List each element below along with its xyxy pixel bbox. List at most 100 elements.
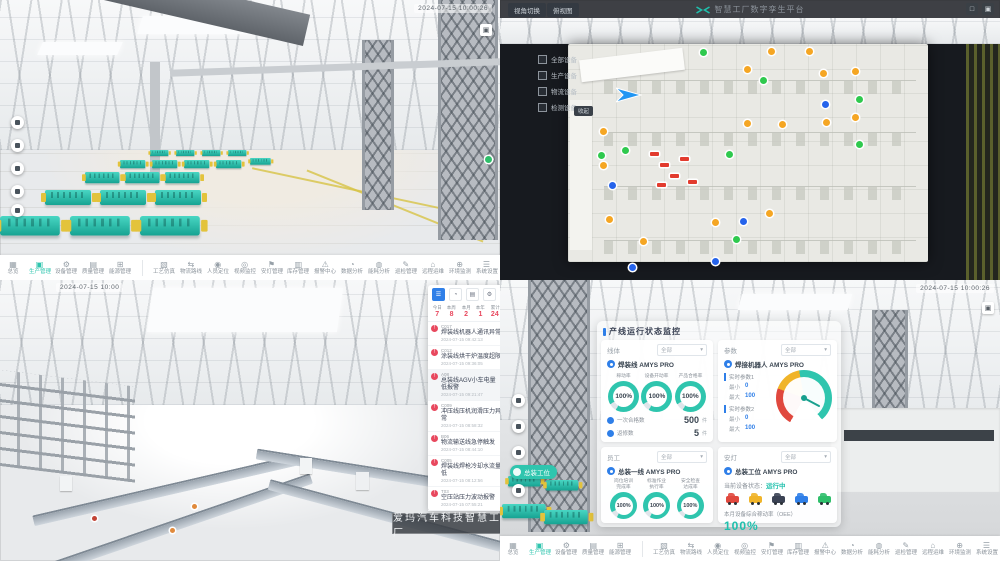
toolbar-item[interactable]: ▣ 生产管理 <box>26 260 53 276</box>
status-dot[interactable] <box>650 152 659 156</box>
panel-tab[interactable]: ☰ <box>432 288 445 301</box>
status-dot[interactable] <box>744 120 751 127</box>
alarm-item[interactable]: ! B06 物流输送线急停触发 2024-07-15 08:44:10 <box>428 432 500 456</box>
status-dot[interactable] <box>598 152 605 159</box>
status-dot[interactable] <box>822 101 829 108</box>
layer-toggle[interactable]: 生产设备 <box>538 70 577 80</box>
poi-marker[interactable] <box>11 162 24 175</box>
checkbox-icon[interactable] <box>538 55 547 64</box>
layer-toggle[interactable]: 全部设备 <box>538 54 577 64</box>
toolbar-item[interactable]: ▥ 库存管理 <box>785 541 812 557</box>
status-dot[interactable] <box>670 174 679 178</box>
status-dot[interactable] <box>740 218 747 225</box>
status-dot[interactable] <box>629 264 636 271</box>
toolbar-item[interactable]: ◔ 数据分析 <box>839 541 866 557</box>
toolbar-item[interactable]: ⚠ 报警中心 <box>812 541 839 557</box>
fullscreen-button[interactable]: ▣ <box>480 24 492 36</box>
toolbar-item[interactable]: ⚑ 安灯管理 <box>258 260 285 276</box>
poi-marker[interactable] <box>512 394 525 407</box>
toolbar-item[interactable]: ⊞ 能源管理 <box>107 260 134 276</box>
status-dot[interactable] <box>700 49 707 56</box>
toolbar-item[interactable]: ▤ 质量管理 <box>80 260 107 276</box>
toolbar-item[interactable]: ⊕ 环境监测 <box>446 260 473 276</box>
poi-marker[interactable] <box>11 116 24 129</box>
status-dot-green[interactable] <box>485 156 492 163</box>
panel-tab[interactable]: ◔ <box>449 288 462 301</box>
status-dot[interactable] <box>600 128 607 135</box>
toolbar-item[interactable]: ⊕ 环境监测 <box>946 541 973 557</box>
toolbar-item[interactable]: ▤ 质量管理 <box>580 541 607 557</box>
vehicle-icon[interactable] <box>749 496 762 503</box>
poi-marker[interactable] <box>512 484 525 497</box>
toolbar-item[interactable]: ☰ 系统设置 <box>973 541 1000 557</box>
toolbar-item[interactable]: ⌂ 远程运维 <box>919 541 946 557</box>
panel-tab[interactable]: ▤ <box>466 288 479 301</box>
status-dot[interactable] <box>856 141 863 148</box>
poi-marker[interactable] <box>512 446 525 459</box>
status-dot[interactable] <box>688 180 697 184</box>
alarm-item[interactable]: ! C005 焊装线焊枪冷却水流量低 2024-07-15 08:12:56 <box>428 456 500 487</box>
andon-select-dropdown[interactable]: 全部 ▾ <box>781 451 831 463</box>
status-dot[interactable] <box>712 219 719 226</box>
toolbar-item[interactable]: ⊞ 能源管理 <box>607 541 634 557</box>
poi-marker[interactable] <box>512 420 525 433</box>
status-dot[interactable] <box>779 121 786 128</box>
toolbar-item[interactable]: ▦ 总览 <box>0 260 26 276</box>
alarm-item[interactable]: ! C009 冲压线压机润滑压力异常 2024-07-15 08:58:32 <box>428 401 500 432</box>
panel-tab[interactable]: ⚙ <box>483 288 496 301</box>
status-dot[interactable] <box>660 163 669 167</box>
checkbox-icon[interactable] <box>538 71 547 80</box>
toolbar-item[interactable]: ⚑ 安灯管理 <box>758 541 785 557</box>
collapse-button[interactable]: 收起 <box>574 106 593 116</box>
status-dot[interactable] <box>606 216 613 223</box>
alarm-item[interactable]: ! A08 总装线AGV小车电量低报警 2024-07-15 09:21:47 <box>428 370 500 401</box>
toolbar-item[interactable]: ⚠ 报警中心 <box>312 260 339 276</box>
view-switch-button[interactable]: 视角切换 <box>508 3 546 17</box>
toolbar-item[interactable]: ✎ 巡检管理 <box>892 541 919 557</box>
toolbar-item[interactable]: ◔ 数据分析 <box>339 260 366 276</box>
toolbar-item[interactable]: ◍ 能耗分析 <box>866 541 893 557</box>
window-button[interactable]: ▣ <box>982 3 994 15</box>
poi-marker[interactable] <box>11 204 24 217</box>
player-position-arrow[interactable] <box>616 86 642 104</box>
status-dot[interactable] <box>657 183 666 187</box>
selected-poi-pill[interactable]: 总装工位 <box>510 465 557 479</box>
status-dot[interactable] <box>760 77 767 84</box>
toolbar-item[interactable]: ⚙ 设备管理 <box>53 260 80 276</box>
toolbar-item[interactable]: ▧ 工艺仿真 <box>642 541 678 557</box>
toolbar-item[interactable]: ▣ 生产管理 <box>526 541 553 557</box>
toolbar-item[interactable]: ⇆ 物流路线 <box>677 541 704 557</box>
toolbar-item[interactable]: ◉ 人员定位 <box>704 541 731 557</box>
toolbar-item[interactable]: ⇆ 物流路线 <box>177 260 204 276</box>
floor-plan[interactable] <box>568 44 928 262</box>
vehicle-icon[interactable] <box>818 496 831 503</box>
poi-marker[interactable] <box>11 139 24 152</box>
vehicle-icon[interactable] <box>795 496 808 503</box>
alarm-item[interactable]: ! C012 涂装线烘干炉温度超限 2024-07-15 09:36:05 <box>428 346 500 370</box>
status-dot[interactable] <box>768 48 775 55</box>
window-button[interactable]: □ <box>966 3 978 15</box>
fullscreen-button[interactable]: ▣ <box>982 302 994 314</box>
toolbar-item[interactable]: ▦ 总览 <box>500 541 526 557</box>
status-dot[interactable] <box>622 147 629 154</box>
status-dot[interactable] <box>820 70 827 77</box>
status-dot[interactable] <box>712 258 719 265</box>
status-dot[interactable] <box>823 119 830 126</box>
checkbox-icon[interactable] <box>538 103 547 112</box>
layer-toggle[interactable]: 物流设备 <box>538 86 577 96</box>
toolbar-item[interactable]: ▥ 库存管理 <box>285 260 312 276</box>
staff-select-dropdown[interactable]: 全部 ▾ <box>657 451 707 463</box>
layer-toggle[interactable]: 检测设备 <box>538 102 577 112</box>
alarm-item[interactable]: ! T03 空压站压力波动报警 2024-07-15 07:55:21 <box>428 487 500 511</box>
toolbar-item[interactable]: ◉ 人员定位 <box>204 260 231 276</box>
status-dot[interactable] <box>852 68 859 75</box>
status-dot[interactable] <box>766 210 773 217</box>
status-dot[interactable] <box>744 66 751 73</box>
checkbox-icon[interactable] <box>538 87 547 96</box>
status-dot[interactable] <box>640 238 647 245</box>
status-dot[interactable] <box>609 182 616 189</box>
status-dot[interactable] <box>852 114 859 121</box>
toolbar-item[interactable]: ⚙ 设备管理 <box>553 541 580 557</box>
toolbar-item[interactable]: ✎ 巡检管理 <box>392 260 419 276</box>
status-dot[interactable] <box>726 151 733 158</box>
